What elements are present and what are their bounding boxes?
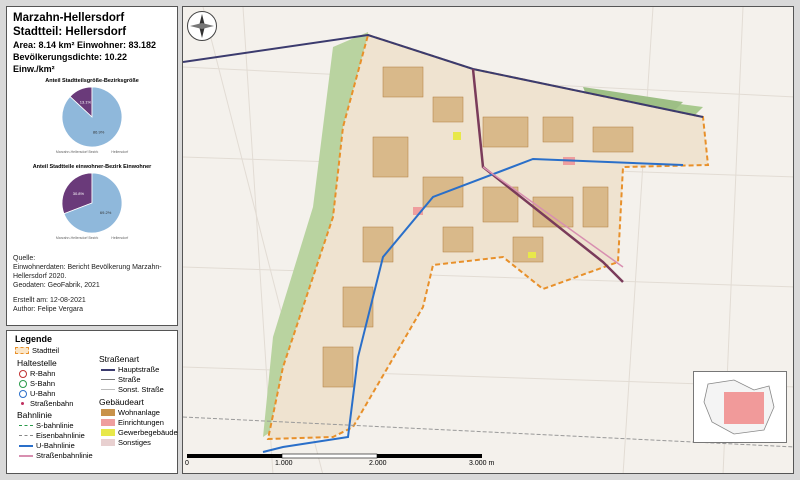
legend-s-bahn: S-Bahn (19, 379, 55, 388)
pie2-label-1: 30.8% (73, 191, 85, 196)
legend-u-bahn: U-Bahn (19, 389, 55, 398)
legend-title: Legende (15, 334, 53, 344)
legend-gewerbegebaeude-label: Gewerbegebäude (118, 428, 178, 437)
sonstiges-swatch (101, 439, 115, 446)
legend-wohnanlage: Wohnanlage (101, 408, 160, 417)
pie1-label-1: 13.1% (80, 99, 92, 104)
pie2-legend-hellersdorf: Hellersdorf (111, 236, 129, 240)
legend-strassenbahn: Straßenbahn (19, 399, 73, 408)
legend-einrichtungen: Einrichtungen (101, 418, 164, 427)
pie2-legend-bezirk: Marzahn-Hellersdorf Bezirk (55, 236, 99, 240)
legend-strasse-label: Straße (118, 375, 141, 384)
hauptstrasse-symbol (101, 368, 115, 371)
author: Author: Felipe Vergara (13, 306, 84, 313)
legend-strasse: Straße (101, 375, 141, 384)
legend-sonst-strasse: Sonst. Straße (101, 385, 164, 394)
scale-bar (187, 453, 482, 459)
legend-r-bahn-label: R-Bahn (30, 369, 56, 378)
legend-s-bahn-label: S-Bahn (30, 379, 56, 388)
legend-u-bahnlinie: U-Bahnlinie (19, 441, 75, 450)
legend-sonstiges-label: Sonstiges (118, 438, 151, 447)
legend-gebaeudeart-head: Gebäudeart (99, 397, 144, 407)
strassenbahnlinie-symbol (19, 454, 33, 457)
pie2-label-0: 69.2% (100, 210, 112, 215)
legend-s-bahnlinie: S-bahnlinie (19, 421, 74, 430)
legend-strassenbahnlinie: Straßenbahnlinie (19, 451, 93, 460)
legend-s-bahnlinie-label: S-bahnlinie (36, 421, 74, 430)
legend-hauptstrasse: Hauptstraße (101, 365, 159, 374)
pie1-legend-bezirk: Marzahn-Hellersdorf Bezirk (55, 150, 99, 154)
legend-strassenart-head: Straßenart (99, 354, 140, 364)
s-bahnlinie-symbol (19, 425, 33, 426)
area-stats: Area: 8.14 km² Einwohner: 83.182 (13, 40, 157, 50)
pie1-legend: Marzahn-Hellersdorf Bezirk Hellersdorf (13, 150, 171, 154)
legend-strassenbahnlinie-label: Straßenbahnlinie (36, 451, 93, 460)
pie1-legend-hellersdorf: Hellersdorf (111, 150, 129, 154)
u-bahnlinie-symbol (19, 444, 33, 447)
u-bahn-icon (19, 389, 27, 398)
pie1-label-0: 86.9% (93, 130, 105, 135)
stadtteil-title: Stadtteil: Hellersdorf (13, 26, 127, 38)
scale-2000: 2.000 (369, 460, 387, 467)
source-label: Quelle: (13, 255, 36, 262)
scale-3000: 3.000 m (469, 460, 495, 467)
legend-wohnanlage-label: Wohnanlage (118, 408, 160, 417)
legend-einrichtungen-label: Einrichtungen (118, 418, 164, 427)
sonst-strasse-symbol (101, 389, 115, 390)
einrichtungen-swatch (101, 419, 115, 426)
legend-sonstiges: Sonstiges (101, 438, 151, 447)
map-panel[interactable]: 0 1.000 2.000 3.000 m (182, 6, 794, 474)
source-population: Einwohnerdaten: Bericht Bevölkerung Marz… (13, 264, 162, 280)
wohnanlage-swatch (101, 409, 115, 416)
legend-u-bahn-label: U-Bahn (30, 389, 56, 398)
tram-stop-icon (19, 400, 27, 408)
legend-sonst-strasse-label: Sonst. Straße (118, 385, 164, 394)
stadtteil-symbol (15, 347, 29, 354)
scale-0: 0 (185, 460, 189, 467)
legend-strassenbahn-label: Straßenbahn (30, 399, 74, 408)
legend-u-bahnlinie-label: U-Bahnlinie (36, 441, 75, 450)
strasse-symbol (101, 379, 115, 380)
compass-icon (187, 11, 217, 41)
legend-panel: Legende Stadtteil Haltestelle R-Bahn S-B… (6, 330, 178, 474)
eisenbahnlinie-symbol (19, 435, 33, 436)
density-stats: Bevölkerungsdichte: 10.22 Einw./km² (13, 52, 128, 74)
legend-stadtteil: Stadtteil (15, 346, 59, 355)
legend-stadtteil-label: Stadtteil (32, 346, 60, 355)
pie-chart-population: 30.8% 69.2% (61, 172, 123, 234)
legend-r-bahn: R-Bahn (19, 369, 55, 378)
legend-eisenbahnlinie-label: Eisenbahnlinie (36, 431, 85, 440)
legend-eisenbahnlinie: Eisenbahnlinie (19, 431, 85, 440)
pie2-legend: Marzahn-Hellersdorf Bezirk Hellersdorf (13, 236, 171, 240)
created-date: Erstellt am: 12-08-2021 (13, 297, 86, 304)
s-bahn-icon (19, 379, 27, 388)
r-bahn-icon (19, 369, 27, 378)
pie-chart-area: 13.1% 86.9% (61, 86, 123, 148)
legend-hauptstrasse-label: Hauptstraße (118, 365, 160, 374)
legend-bahnlinie-head: Bahnlinie (17, 410, 52, 420)
info-panel: Marzahn-Hellersdorf Stadtteil: Hellersdo… (6, 6, 178, 326)
source-geodata: Geodaten: GeoFabrik, 2021 (13, 282, 100, 289)
scale-1000: 1.000 (275, 460, 293, 467)
district-title: Marzahn-Hellersdorf (13, 12, 125, 24)
legend-gewerbegebaeude: Gewerbegebäude (101, 428, 178, 437)
gewerbegebaeude-swatch (101, 429, 115, 436)
overview-map (693, 371, 787, 443)
legend-haltestelle-head: Haltestelle (17, 358, 57, 368)
